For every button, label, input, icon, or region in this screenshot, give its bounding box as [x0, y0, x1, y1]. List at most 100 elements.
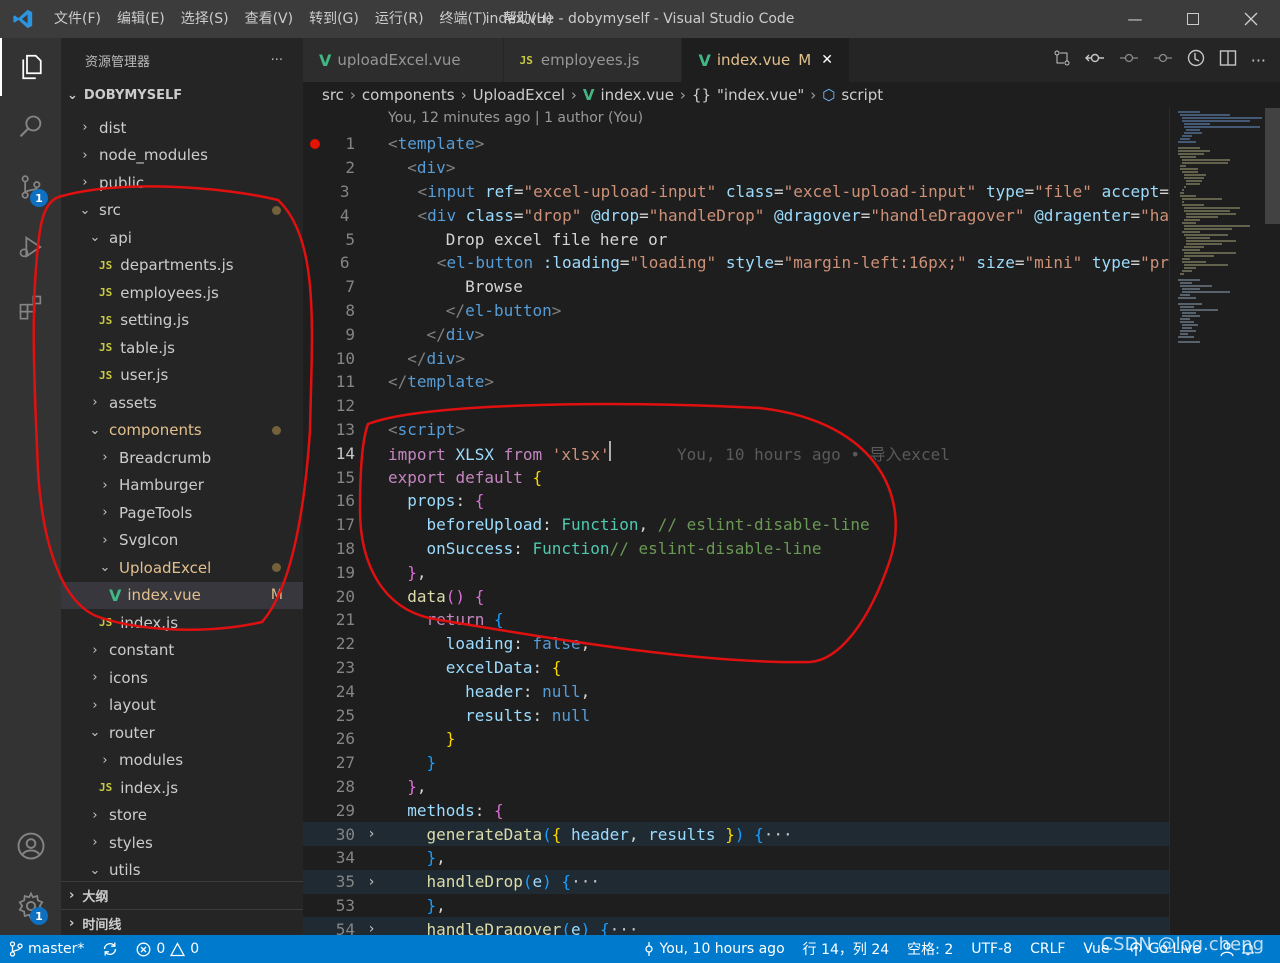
breadcrumb-item[interactable]: UploadExcel — [473, 86, 565, 104]
code-line[interactable]: 8 </el-button> — [303, 299, 1169, 323]
code-line[interactable]: 27 } — [303, 751, 1169, 775]
close-window-icon[interactable] — [1222, 0, 1280, 38]
code-line[interactable]: 6 <el-button :loading="loading" style="m… — [303, 251, 1169, 275]
previous-change-icon[interactable] — [1119, 49, 1139, 71]
code-view[interactable]: 1 <template> 2 <div> 3 <input ref="excel-up… — [303, 132, 1169, 935]
open-changes-icon[interactable] — [1084, 49, 1105, 71]
code-line[interactable]: 17 beforeUpload: Function, // eslint-dis… — [303, 513, 1169, 537]
outline-section[interactable]: › 大纲 — [61, 881, 303, 908]
breadcrumb-item[interactable]: "index.vue" — [717, 86, 804, 104]
folder-item[interactable]: › Hamburger — [61, 472, 303, 499]
menu-item[interactable]: 运行(R) — [367, 0, 432, 38]
account-icon[interactable] — [0, 817, 61, 875]
encoding[interactable]: UTF-8 — [962, 941, 1021, 957]
code-line[interactable]: 15 export default { — [303, 465, 1169, 489]
menu-item[interactable]: 选择(S) — [173, 0, 237, 38]
code-line[interactable]: 29 methods: { — [303, 798, 1169, 822]
code-line[interactable]: 5 Drop excel file here or — [303, 227, 1169, 251]
menu-item[interactable]: 转到(G) — [301, 0, 367, 38]
code-line[interactable]: 34 }, — [303, 846, 1169, 870]
code-line[interactable]: 4 <div class="drop" @drop="handleDrop" @… — [303, 203, 1169, 227]
folder-item[interactable]: › store — [61, 802, 303, 829]
code-line[interactable]: 24 header: null, — [303, 679, 1169, 703]
timeline-history-icon[interactable] — [1187, 49, 1205, 71]
more-actions-icon[interactable]: ··· — [1251, 51, 1266, 70]
extensions-icon[interactable] — [0, 278, 61, 336]
folder-item[interactable]: › styles — [61, 829, 303, 856]
code-line[interactable]: 19 }, — [303, 560, 1169, 584]
code-line[interactable]: 11 </template> — [303, 370, 1169, 394]
folder-item[interactable]: ⌄ utils — [61, 857, 303, 884]
next-change-icon[interactable] — [1153, 49, 1173, 71]
code-line[interactable]: 53 }, — [303, 894, 1169, 918]
compare-changes-icon[interactable] — [1053, 49, 1071, 71]
cursor-position[interactable]: 行 14，列 24 — [794, 939, 899, 959]
code-line[interactable]: 7 Browse — [303, 275, 1169, 299]
folder-item[interactable]: › node_modules — [61, 142, 303, 169]
fold-chevron-icon[interactable]: › — [355, 874, 388, 890]
code-line[interactable]: 54 › handleDragover(e) {··· — [303, 917, 1169, 935]
file-item[interactable]: JS index.js — [61, 609, 303, 636]
menu-item[interactable]: 文件(F) — [46, 0, 109, 38]
code-line[interactable]: 1 <template> — [303, 132, 1169, 156]
editor-scrollbar[interactable] — [1265, 108, 1280, 935]
file-item[interactable]: JS departments.js — [61, 252, 303, 279]
search-icon[interactable] — [0, 98, 61, 156]
explorer-icon[interactable] — [0, 38, 61, 96]
code-line[interactable]: 18 onSuccess: Function// eslint-disable-… — [303, 537, 1169, 561]
breadcrumb-item[interactable]: script — [841, 86, 883, 104]
editor-tab[interactable]: JS employees.js — [503, 38, 683, 82]
folder-item[interactable]: › Breadcrumb — [61, 444, 303, 471]
code-line[interactable]: 35 › handleDrop(e) {··· — [303, 869, 1169, 894]
code-line[interactable]: 2 <div> — [303, 156, 1169, 180]
sync-status[interactable] — [93, 941, 127, 957]
code-line[interactable]: 13 <script> — [303, 418, 1169, 442]
folder-item[interactable]: ⌄ src — [61, 197, 303, 224]
code-line[interactable]: 12 — [303, 394, 1169, 418]
code-line[interactable]: 21 return { — [303, 608, 1169, 632]
blame-status[interactable]: You, 10 hours ago — [634, 941, 794, 957]
source-control-icon[interactable]: 1 — [0, 158, 61, 216]
breadcrumb-item[interactable]: index.vue — [601, 86, 674, 104]
folder-item[interactable]: ⌄ UploadExcel — [61, 554, 303, 581]
indentation[interactable]: 空格: 2 — [898, 939, 962, 959]
editor-tab[interactable]: Vindex.vue M ✕ — [682, 38, 850, 82]
branch-status[interactable]: master* — [0, 941, 93, 957]
folder-item[interactable]: ⌄ api — [61, 224, 303, 251]
folder-item[interactable]: › layout — [61, 692, 303, 719]
code-line[interactable]: 28 }, — [303, 775, 1169, 799]
timeline-section[interactable]: › 时间线 — [61, 909, 303, 935]
menu-item[interactable]: 终端(T) — [432, 0, 495, 38]
menu-item[interactable]: 帮助(H) — [495, 0, 560, 38]
folder-item[interactable]: › assets — [61, 389, 303, 416]
file-item[interactable]: Vindex.vue M — [61, 581, 303, 609]
end-of-line[interactable]: CRLF — [1021, 941, 1074, 957]
code-line[interactable]: 9 </div> — [303, 322, 1169, 346]
fold-chevron-icon[interactable]: › — [355, 921, 388, 935]
split-editor-icon[interactable] — [1219, 49, 1237, 71]
folder-item[interactable]: › PageTools — [61, 499, 303, 526]
code-line[interactable]: 23 excelData: { — [303, 656, 1169, 680]
codelens-author[interactable]: You, 12 minutes ago | 1 author (You) — [388, 110, 643, 126]
scrollbar-thumb[interactable] — [1265, 108, 1280, 224]
folder-item[interactable]: › dist — [61, 114, 303, 141]
folder-item[interactable]: › constant — [61, 637, 303, 664]
minimap[interactable] — [1169, 108, 1265, 935]
close-tab-icon[interactable]: ✕ — [821, 52, 833, 68]
editor-tab[interactable]: VuploadExcel.vue — [303, 38, 504, 82]
folder-item[interactable]: ⌄ components — [61, 417, 303, 444]
run-debug-icon[interactable] — [0, 218, 61, 276]
maximize-icon[interactable] — [1164, 0, 1222, 38]
code-line[interactable]: 20 data() { — [303, 584, 1169, 608]
code-line[interactable]: 16 props: { — [303, 489, 1169, 513]
file-item[interactable]: JS setting.js — [61, 307, 303, 334]
code-line[interactable]: 14 import XLSX from 'xlsx' You, 10 hours … — [303, 441, 1169, 465]
file-item[interactable]: JS table.js — [61, 334, 303, 361]
breakpoint-icon[interactable] — [310, 139, 320, 149]
fold-chevron-icon[interactable]: › — [355, 826, 388, 842]
problems-status[interactable]: 0 0 — [127, 941, 208, 957]
menu-item[interactable]: 查看(V) — [237, 0, 302, 38]
folder-item[interactable]: › public — [61, 169, 303, 196]
code-line[interactable]: 25 results: null — [303, 703, 1169, 727]
workspace-root[interactable]: ⌄ DOBYMYSELF — [61, 82, 303, 108]
